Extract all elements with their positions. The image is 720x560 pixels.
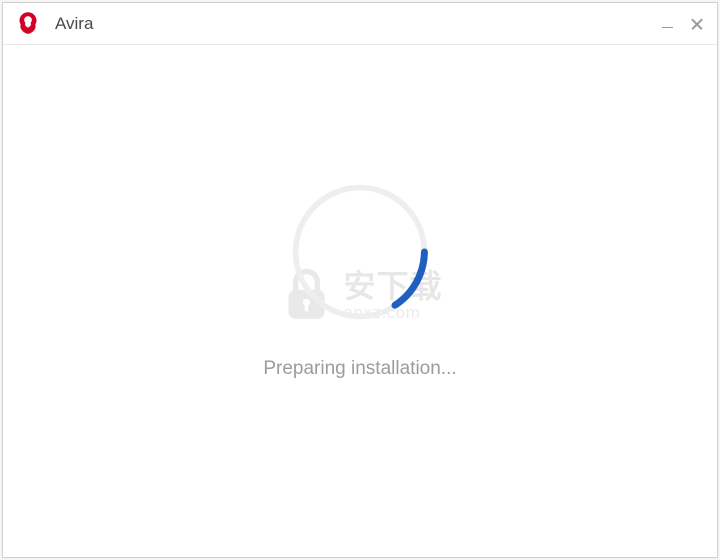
window-controls <box>659 16 705 32</box>
window-title: Avira <box>55 14 659 34</box>
content-area: 安下载 anxz.com Preparing installation... <box>3 45 717 557</box>
minimize-button[interactable] <box>659 16 675 32</box>
status-message: Preparing installation... <box>263 358 456 380</box>
installer-window: Avira 安下载 anxz.com <box>2 2 718 558</box>
close-button[interactable] <box>689 16 705 32</box>
titlebar: Avira <box>3 3 717 45</box>
loading-spinner <box>290 182 430 322</box>
avira-logo-icon <box>15 11 41 37</box>
